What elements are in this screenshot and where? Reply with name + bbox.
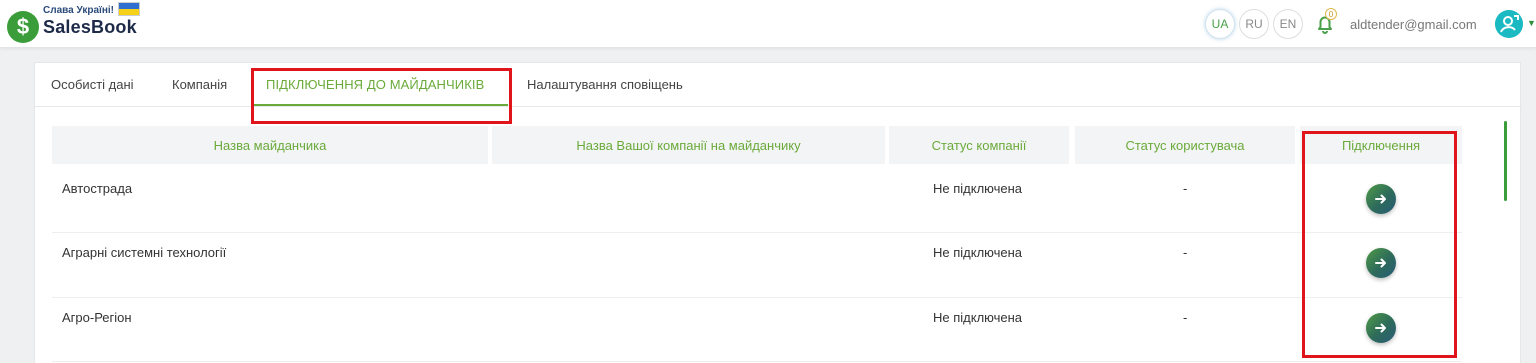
user-avatar-icon[interactable] (1495, 10, 1523, 38)
row-2-platform: Аграрні системні технології (62, 245, 227, 260)
highlight-box-connection-column (1302, 131, 1457, 358)
lang-ua-button[interactable]: UA (1205, 9, 1235, 39)
column-header-platform: Назва майданчика (52, 126, 488, 164)
row-divider (52, 297, 1462, 298)
row-1-platform: Автострада (62, 181, 133, 196)
tab-personal-data[interactable]: Особисті дані (51, 77, 134, 92)
logo-text: Слава Україні! SalesBook (43, 1, 140, 38)
user-email[interactable]: aldtender@gmail.com (1350, 17, 1477, 32)
slava-line: Слава Україні! (43, 1, 140, 16)
column-header-company-on-platform: Назва Вашої компанії на майданчику (492, 126, 885, 164)
vertical-scrollbar[interactable] (1504, 121, 1507, 201)
row-1-company-status: Не підключена (933, 181, 1023, 196)
column-header-user-status: Статус користувача (1075, 126, 1295, 164)
brand-name: SalesBook (43, 17, 137, 37)
row-3-company-status: Не підключена (933, 310, 1023, 325)
lang-ru-button[interactable]: RU (1239, 9, 1269, 39)
highlight-box-tab (251, 68, 512, 124)
salesbook-logo[interactable]: $ Слава Україні! SalesBook (7, 1, 140, 43)
lang-en-button[interactable]: EN (1273, 9, 1303, 39)
dollar-coin-icon: $ (7, 11, 39, 43)
row-3-platform: Агро-Регіон (62, 310, 132, 325)
tab-notification-settings[interactable]: Налаштування сповіщень (527, 77, 683, 92)
slava-text: Слава Україні! (43, 5, 114, 16)
row-divider (52, 361, 1462, 362)
tab-company[interactable]: Компанія (172, 77, 227, 92)
column-header-company-status: Статус компанії (889, 126, 1069, 164)
chevron-down-icon[interactable]: ▼ (1527, 18, 1536, 28)
top-header: $ Слава Україні! SalesBook UA RU EN 0 al… (0, 0, 1536, 48)
ukraine-flag-icon (117, 1, 140, 16)
row-3-user-status: - (1183, 310, 1188, 325)
row-1-user-status: - (1183, 181, 1188, 196)
notification-badge: 0 (1325, 8, 1337, 20)
row-2-user-status: - (1183, 245, 1188, 260)
row-divider (52, 232, 1462, 233)
row-2-company-status: Не підключена (933, 245, 1023, 260)
